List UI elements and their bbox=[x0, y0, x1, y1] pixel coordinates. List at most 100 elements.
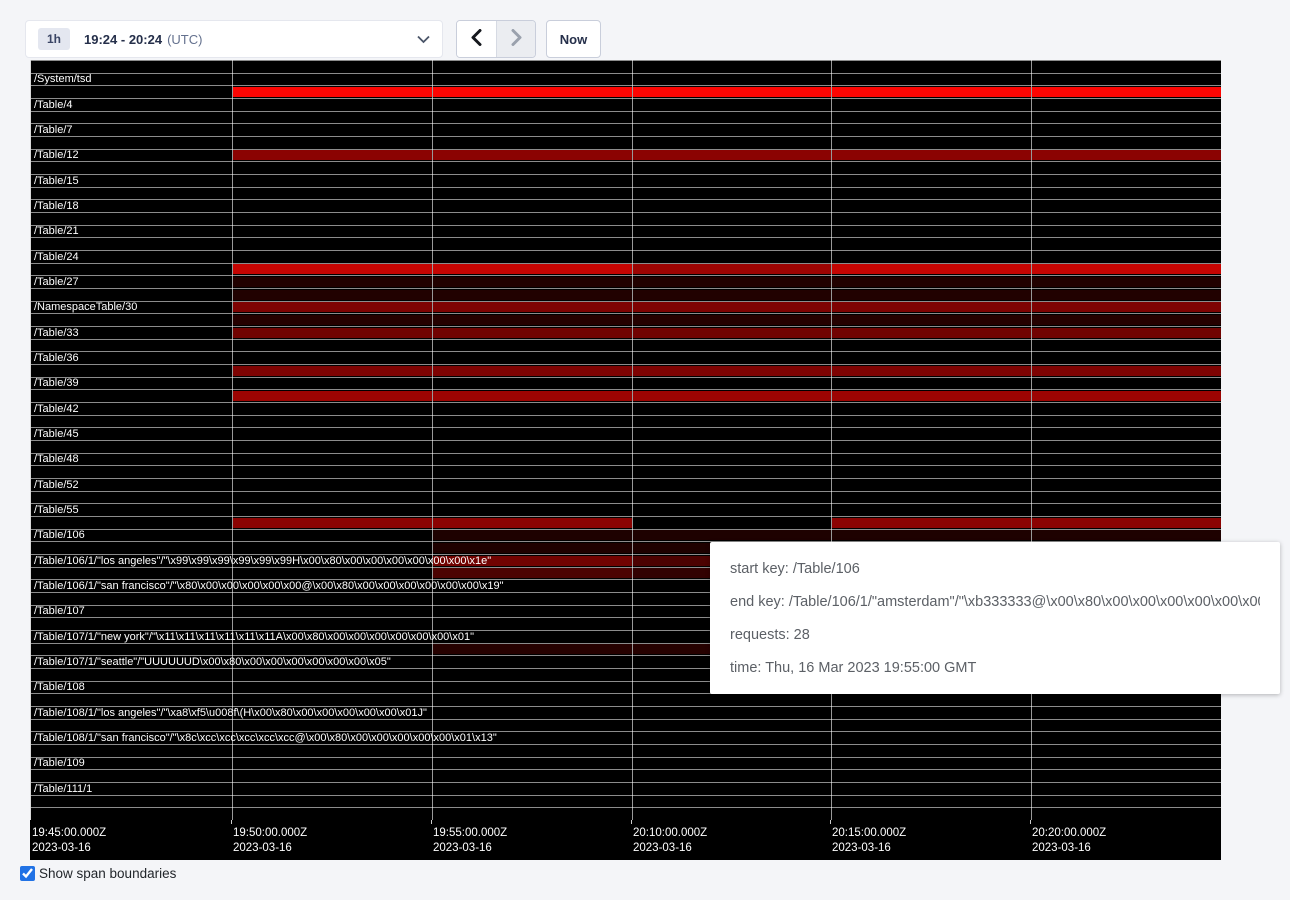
heatmap-row[interactable] bbox=[31, 402, 1221, 415]
heatmap-row[interactable] bbox=[31, 351, 1221, 364]
heatmap-cell[interactable] bbox=[633, 328, 831, 338]
heatmap-row[interactable] bbox=[31, 757, 1221, 770]
heatmap-cell[interactable] bbox=[433, 543, 632, 553]
heatmap-cell[interactable] bbox=[433, 87, 632, 97]
heatmap-cell[interactable] bbox=[1032, 277, 1221, 287]
heatmap-cell[interactable] bbox=[233, 264, 432, 274]
heatmap-row[interactable] bbox=[31, 73, 1221, 86]
heatmap-cell[interactable] bbox=[832, 87, 1031, 97]
heatmap-cell[interactable] bbox=[433, 518, 632, 528]
heatmap-row[interactable] bbox=[31, 415, 1221, 428]
heatmap-cell[interactable] bbox=[832, 530, 1031, 540]
heatmap-cell[interactable] bbox=[633, 366, 831, 376]
heatmap-row[interactable] bbox=[31, 491, 1221, 504]
heatmap-row[interactable] bbox=[31, 225, 1221, 238]
heatmap-cell[interactable] bbox=[433, 366, 632, 376]
heatmap-cell[interactable] bbox=[1032, 315, 1221, 325]
heatmap-cell[interactable] bbox=[433, 530, 632, 540]
heatmap-cell[interactable] bbox=[233, 277, 432, 287]
heatmap-row[interactable] bbox=[31, 250, 1221, 263]
heatmap-cell[interactable] bbox=[1032, 150, 1221, 160]
heatmap-row[interactable] bbox=[31, 427, 1221, 440]
heatmap-row[interactable] bbox=[31, 782, 1221, 795]
heatmap-cell[interactable] bbox=[633, 264, 831, 274]
heatmap-cell[interactable] bbox=[233, 302, 432, 312]
heatmap-cell[interactable] bbox=[433, 277, 632, 287]
heatmap-cell[interactable] bbox=[433, 290, 632, 300]
heatmap-cell[interactable] bbox=[233, 315, 432, 325]
heatmap-cell[interactable] bbox=[832, 290, 1031, 300]
prev-range-button[interactable] bbox=[457, 21, 496, 57]
heatmap-cell[interactable] bbox=[832, 277, 1031, 287]
now-button[interactable]: Now bbox=[546, 20, 601, 58]
heatmap-cell[interactable] bbox=[832, 315, 1031, 325]
heatmap-cell[interactable] bbox=[633, 87, 831, 97]
heatmap-cell[interactable] bbox=[1032, 530, 1221, 540]
heatmap-row[interactable] bbox=[31, 199, 1221, 212]
heatmap-row[interactable] bbox=[31, 719, 1221, 732]
heatmap-cell[interactable] bbox=[433, 264, 632, 274]
heatmap-row[interactable] bbox=[31, 807, 1221, 820]
heatmap-row[interactable] bbox=[31, 503, 1221, 516]
heatmap-cell[interactable] bbox=[1032, 290, 1221, 300]
heatmap-row[interactable] bbox=[31, 478, 1221, 491]
key-visualizer-heatmap[interactable]: /System/tsd/Table/4/Table/7/Table/12/Tab… bbox=[30, 60, 1221, 860]
heatmap-cell[interactable] bbox=[233, 150, 432, 160]
heatmap-cell[interactable] bbox=[1032, 518, 1221, 528]
heatmap-row[interactable] bbox=[31, 212, 1221, 225]
heatmap-cell[interactable] bbox=[233, 518, 432, 528]
heatmap-cell[interactable] bbox=[633, 302, 831, 312]
heatmap-cell[interactable] bbox=[832, 328, 1031, 338]
heatmap-plot[interactable]: /System/tsd/Table/4/Table/7/Table/12/Tab… bbox=[30, 60, 1221, 820]
heatmap-row[interactable] bbox=[31, 123, 1221, 136]
heatmap-row[interactable] bbox=[31, 795, 1221, 808]
heatmap-row[interactable] bbox=[31, 377, 1221, 390]
heatmap-cell[interactable] bbox=[233, 366, 432, 376]
heatmap-row[interactable] bbox=[31, 440, 1221, 453]
heatmap-row[interactable] bbox=[31, 174, 1221, 187]
heatmap-row[interactable] bbox=[31, 136, 1221, 149]
heatmap-cell[interactable] bbox=[633, 290, 831, 300]
heatmap-cell[interactable] bbox=[1032, 391, 1221, 401]
heatmap-cell[interactable] bbox=[633, 315, 831, 325]
heatmap-row[interactable] bbox=[31, 60, 1221, 73]
heatmap-cell[interactable] bbox=[433, 150, 632, 160]
heatmap-row[interactable] bbox=[31, 744, 1221, 757]
heatmap-cell[interactable] bbox=[832, 264, 1031, 274]
heatmap-row[interactable] bbox=[31, 237, 1221, 250]
heatmap-cell[interactable] bbox=[1032, 328, 1221, 338]
heatmap-cell[interactable] bbox=[633, 391, 831, 401]
heatmap-cell[interactable] bbox=[233, 328, 432, 338]
heatmap-row[interactable] bbox=[31, 453, 1221, 466]
heatmap-cell[interactable] bbox=[832, 302, 1031, 312]
heatmap-cell[interactable] bbox=[233, 391, 432, 401]
heatmap-row[interactable] bbox=[31, 693, 1221, 706]
heatmap-cell[interactable] bbox=[233, 87, 432, 97]
heatmap-cell[interactable] bbox=[633, 277, 831, 287]
heatmap-row[interactable] bbox=[31, 161, 1221, 174]
heatmap-cell[interactable] bbox=[433, 568, 632, 578]
heatmap-cell[interactable] bbox=[1032, 302, 1221, 312]
heatmap-cell[interactable] bbox=[832, 391, 1031, 401]
heatmap-cell[interactable] bbox=[433, 644, 632, 654]
heatmap-cell[interactable] bbox=[1032, 264, 1221, 274]
heatmap-cell[interactable] bbox=[433, 302, 632, 312]
heatmap-row[interactable] bbox=[31, 465, 1221, 478]
heatmap-cell[interactable] bbox=[433, 328, 632, 338]
heatmap-cell[interactable] bbox=[433, 391, 632, 401]
heatmap-row[interactable] bbox=[31, 111, 1221, 124]
heatmap-cell[interactable] bbox=[633, 530, 831, 540]
heatmap-cell[interactable] bbox=[233, 290, 432, 300]
heatmap-cell[interactable] bbox=[832, 518, 1031, 528]
heatmap-cell[interactable] bbox=[832, 150, 1031, 160]
heatmap-row[interactable] bbox=[31, 98, 1221, 111]
next-range-button[interactable] bbox=[496, 21, 535, 57]
heatmap-row[interactable] bbox=[31, 769, 1221, 782]
heatmap-row[interactable] bbox=[31, 339, 1221, 352]
heatmap-cell[interactable] bbox=[433, 315, 632, 325]
heatmap-row[interactable] bbox=[31, 187, 1221, 200]
heatmap-cell[interactable] bbox=[1032, 366, 1221, 376]
heatmap-cell[interactable] bbox=[633, 150, 831, 160]
show-span-boundaries-checkbox[interactable] bbox=[20, 866, 35, 881]
time-range-selector[interactable]: 1h 19:24 - 20:24 (UTC) bbox=[25, 20, 443, 58]
